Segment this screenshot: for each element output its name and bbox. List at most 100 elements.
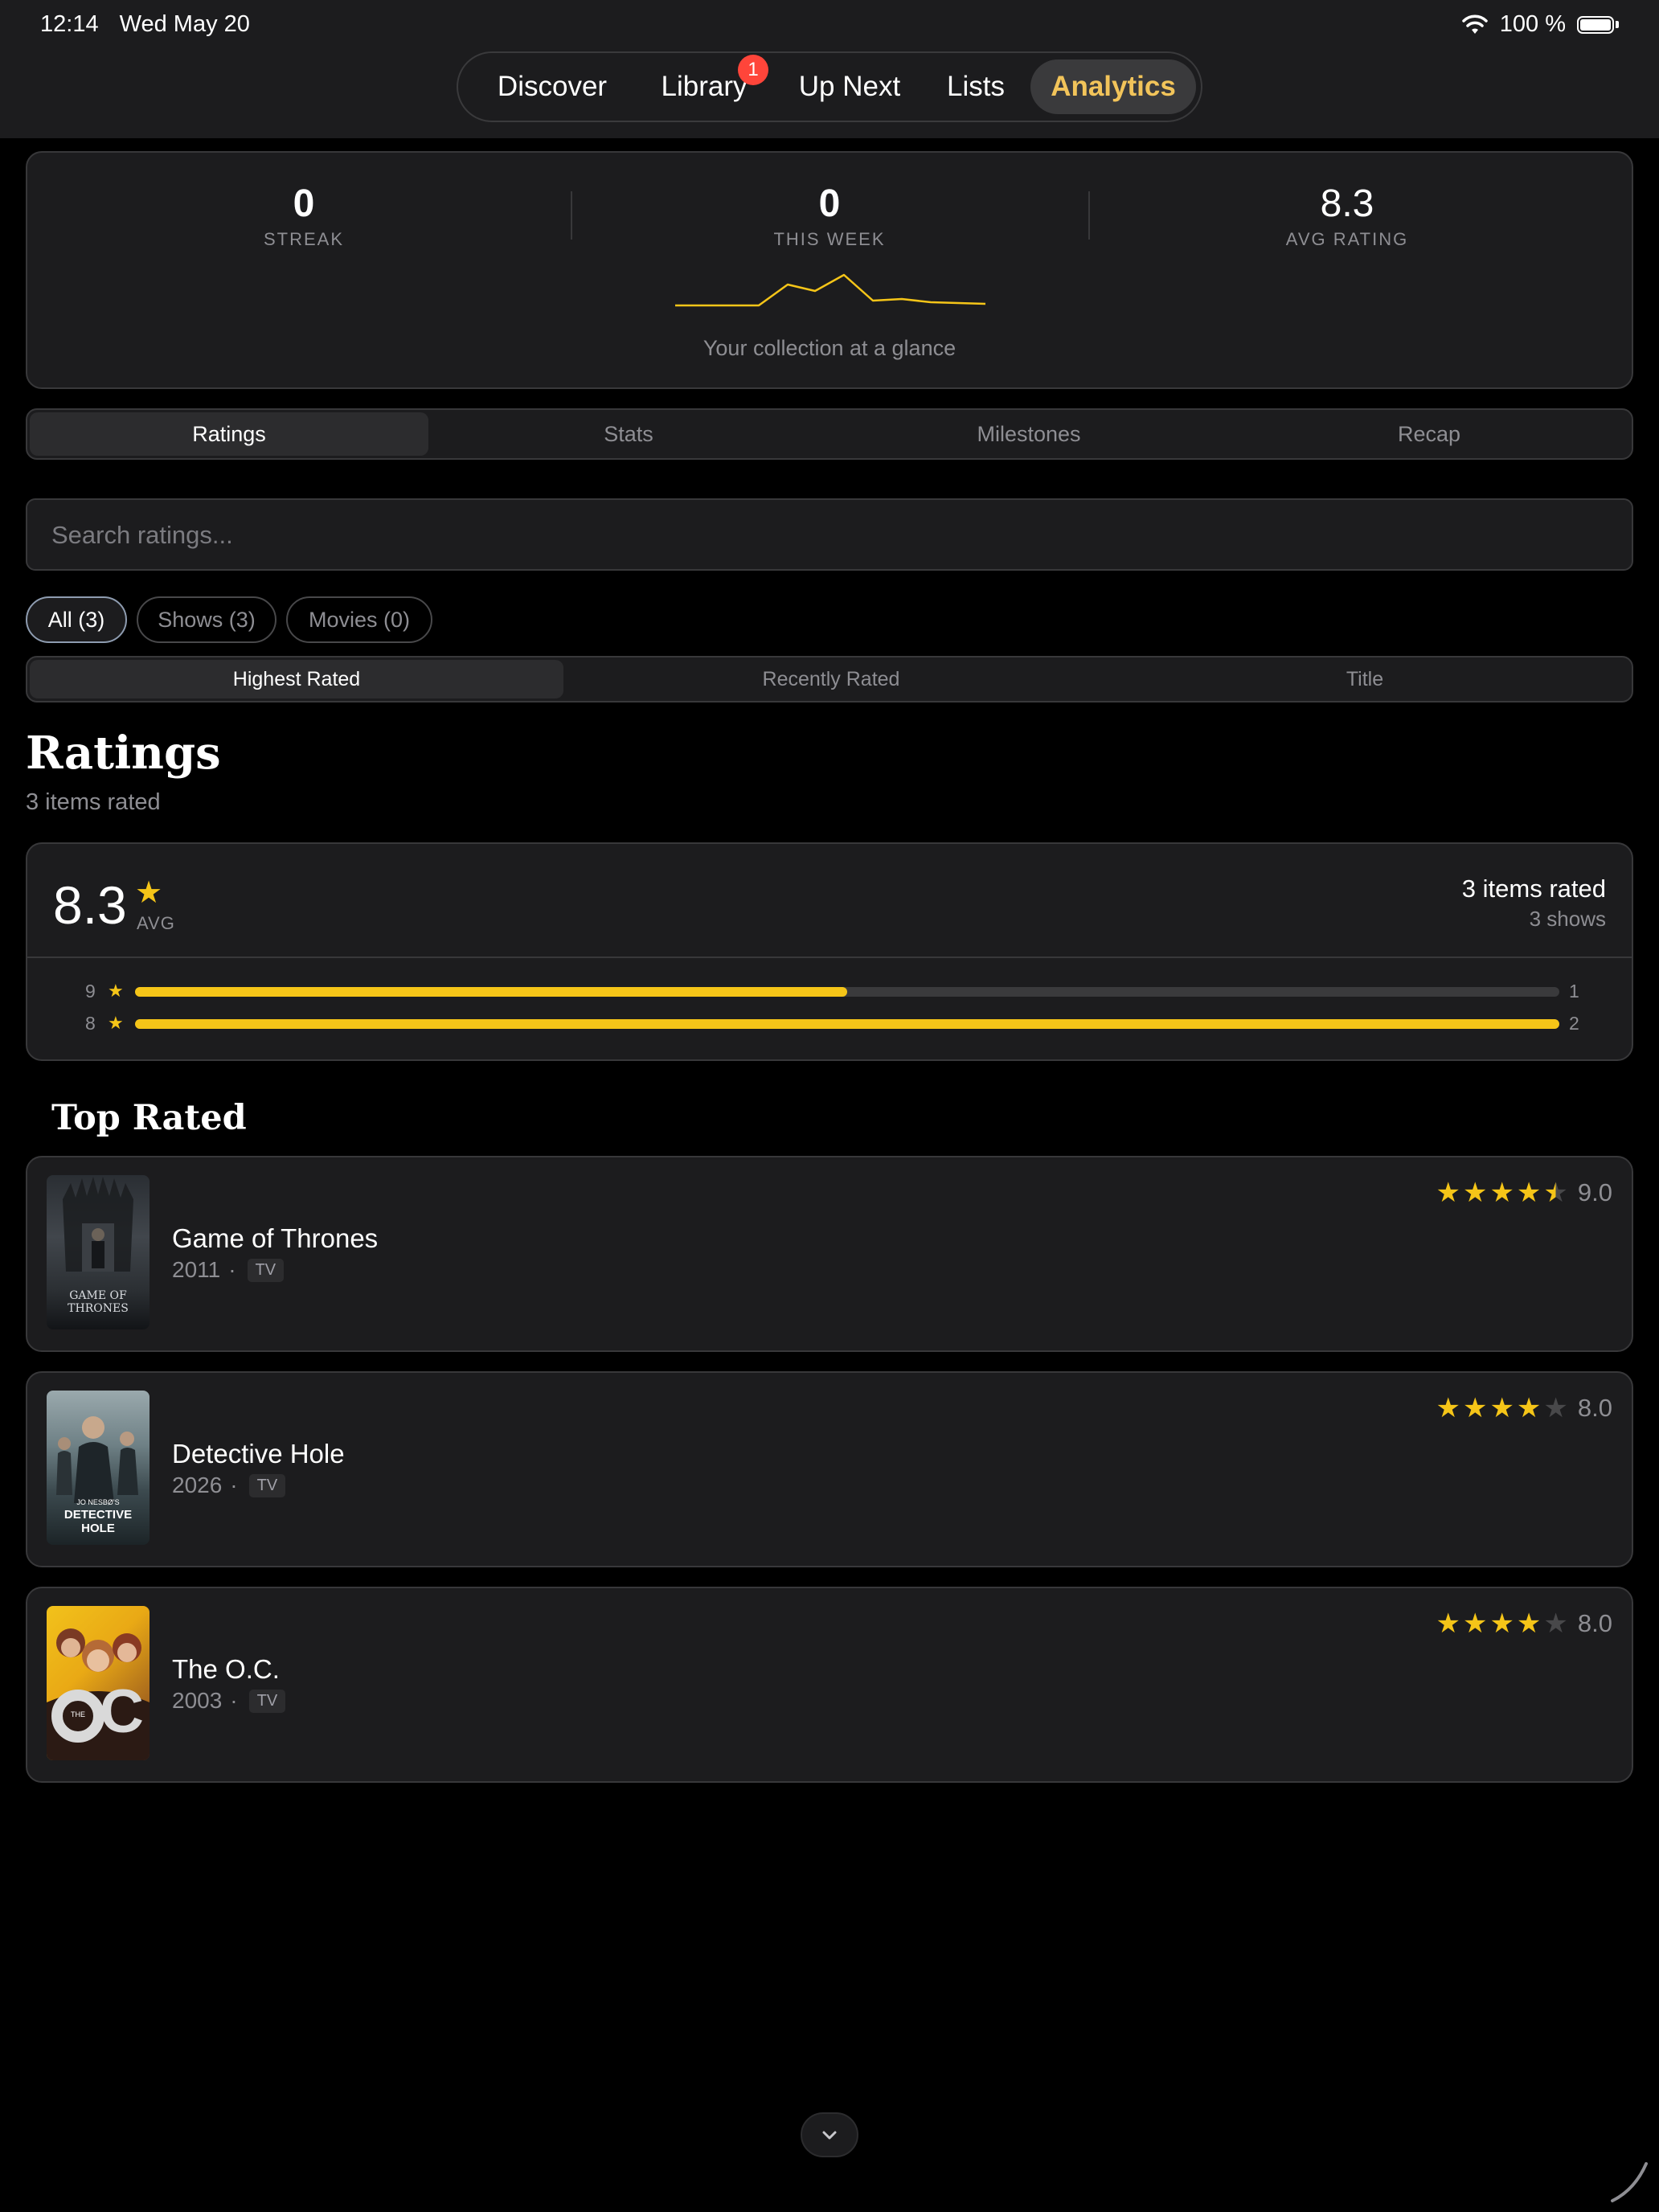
filter-all[interactable]: All (3) (26, 596, 127, 643)
status-time: 12:14 Wed May 20 (40, 11, 250, 38)
star-icon: ★ (135, 876, 163, 910)
list-item[interactable]: JO NESBØ'S DETECTIVE HOLE Detective Hole… (26, 1371, 1633, 1567)
shows-count: 3 shows (1529, 907, 1606, 931)
poster-subtitle-art: JO NESBØ'S (76, 1498, 120, 1506)
search-box (26, 498, 1633, 571)
distribution-row: 9 ★ 1 (27, 981, 1632, 1005)
list-item[interactable]: GAME OF THRONES Game of Thrones 2011 · T… (26, 1156, 1633, 1352)
oc-logo-small: THE (71, 1710, 85, 1718)
type-tag: TV (248, 1473, 286, 1497)
scroll-down-button[interactable] (801, 2112, 858, 2157)
separator: · (230, 1688, 238, 1713)
wifi-icon (1462, 14, 1488, 34)
item-meta: 2003 · TV (172, 1688, 286, 1714)
star-icon: ★ (1462, 1608, 1488, 1639)
tab-stats[interactable]: Stats (429, 412, 828, 456)
poster-image: JO NESBØ'S DETECTIVE HOLE (47, 1391, 150, 1545)
item-title: The O.C. (172, 1654, 280, 1684)
type-tag: TV (247, 1258, 285, 1282)
avg-value: 8.3 (53, 875, 127, 935)
status-right: 100 % (1461, 11, 1619, 38)
star-icon: ★ (108, 981, 124, 1001)
summary-card: 0 STREAK 0 THIS WEEK 8.3 AVG RATING Your… (26, 151, 1633, 389)
filter-shows[interactable]: Shows (3) (137, 596, 276, 643)
tab-ratings[interactable]: Ratings (30, 412, 428, 456)
star-rating: ★ ★ ★ ★ ★ 9.0 (1433, 1177, 1612, 1209)
filter-movies[interactable]: Movies (0) (286, 596, 432, 643)
star-icon: ★ (1462, 1178, 1488, 1208)
tab-recap[interactable]: Recap (1230, 412, 1628, 456)
star-empty-icon: ★ (1543, 1393, 1568, 1423)
star-icon: ★ (1489, 1608, 1514, 1639)
sort-highest-rated[interactable]: Highest Rated (30, 660, 563, 698)
section-title: Top Rated (51, 1098, 247, 1138)
dist-bar-track (135, 987, 1559, 997)
item-year: 2003 (172, 1688, 223, 1713)
this-week-label: THIS WEEK (773, 229, 886, 249)
item-meta: 2011 · TV (172, 1257, 285, 1283)
star-icon: ★ (1436, 1178, 1460, 1208)
item-title: Game of Thrones (172, 1223, 379, 1253)
streak-label: STREAK (263, 229, 345, 249)
this-week-stat: 0 THIS WEEK (572, 182, 1087, 250)
chevron-down-icon (822, 2131, 837, 2140)
nav-analytics[interactable]: Analytics (1030, 59, 1196, 114)
battery-percent: 100 % (1499, 11, 1566, 37)
resize-handle-icon (1611, 2162, 1648, 2202)
dist-bar-track (135, 1019, 1559, 1029)
battery-icon (1577, 15, 1614, 34)
time-text: 12:14 (40, 11, 99, 37)
analytics-tabs: Ratings Stats Milestones Recap (26, 408, 1633, 460)
avg-rating-stat: 8.3 AVG RATING (1090, 182, 1604, 250)
nav-lists[interactable]: Lists (931, 59, 1021, 114)
star-rating: ★ ★ ★ ★ ★ 8.0 (1433, 1608, 1612, 1640)
star-icon: ★ (1436, 1608, 1460, 1639)
collection-caption: Your collection at a glance (703, 336, 956, 360)
page-title: Ratings (26, 727, 221, 780)
dist-rating: 8 (85, 1013, 96, 1034)
avg-label: AVG (137, 913, 175, 933)
nav-up-next[interactable]: Up Next (780, 59, 920, 114)
star-icon: ★ (1516, 1178, 1542, 1208)
activity-sparkline (675, 273, 986, 307)
sort-control: Highest Rated Recently Rated Title (26, 656, 1633, 703)
poster-image: GAME OF THRONES (47, 1175, 150, 1329)
item-meta: 2026 · TV (172, 1473, 286, 1498)
star-rating: ★ ★ ★ ★ ★ 8.0 (1433, 1392, 1612, 1424)
dist-rating: 9 (85, 981, 96, 1002)
average-card: 8.3 ★ AVG 3 items rated 3 shows 9 ★ 1 8 … (26, 842, 1633, 1061)
star-half-icon: ★ (1543, 1178, 1568, 1208)
list-item[interactable]: THE C The O.C. 2003 · TV ★ ★ ★ ★ ★ 8.0 (26, 1587, 1633, 1783)
star-icon: ★ (1489, 1393, 1514, 1423)
dist-bar-fill (135, 987, 847, 997)
distribution-row: 8 ★ 2 (27, 1013, 1632, 1037)
poster-title-art: GAME OF THRONES (68, 1289, 129, 1315)
star-icon: ★ (1516, 1393, 1542, 1423)
page-subtitle: 3 items rated (26, 789, 161, 815)
type-tag: TV (248, 1689, 286, 1713)
streak-stat: 0 STREAK (47, 182, 561, 250)
item-year: 2011 (172, 1257, 221, 1282)
sort-recently-rated[interactable]: Recently Rated (564, 660, 1098, 698)
nav-discover[interactable]: Discover (476, 59, 629, 114)
star-icon: ★ (1462, 1393, 1488, 1423)
divider (27, 956, 1632, 958)
rating-score: 8.0 (1577, 1609, 1612, 1637)
rating-score: 9.0 (1577, 1178, 1612, 1206)
separator: · (230, 1473, 238, 1497)
sort-title[interactable]: Title (1098, 660, 1632, 698)
this-week-value: 0 (818, 182, 841, 225)
star-icon: ★ (108, 1013, 124, 1033)
top-navigation: Discover Library Up Next Lists Analytics (457, 51, 1202, 122)
library-badge: 1 (738, 55, 768, 85)
search-input[interactable] (50, 500, 1580, 571)
star-icon: ★ (1516, 1608, 1542, 1639)
item-title: Detective Hole (172, 1439, 345, 1469)
star-icon: ★ (1489, 1178, 1514, 1208)
tab-milestones[interactable]: Milestones (830, 412, 1228, 456)
dist-count: 2 (1569, 1013, 1579, 1034)
dist-bar-fill (135, 1019, 1559, 1029)
dist-count: 1 (1569, 981, 1579, 1002)
star-empty-icon: ★ (1543, 1608, 1568, 1639)
oc-logo-letter: C (100, 1677, 144, 1746)
